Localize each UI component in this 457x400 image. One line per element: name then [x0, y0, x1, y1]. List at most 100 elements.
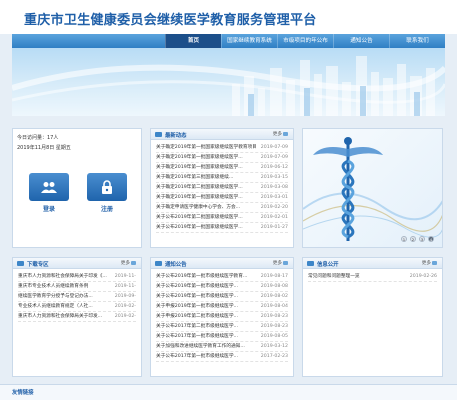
download-item-title: 重庆市专业技术人员继续教育条例: [18, 284, 89, 289]
notice-item-title: 关于公布2017年第一批市级继续医学...: [156, 354, 239, 359]
download-item-date: 2019-02-: [114, 314, 136, 319]
news-item[interactable]: 关于确定2019年第二批国家级继续医学... 2019-03-08: [156, 183, 288, 193]
image-slider[interactable]: 1 2 3 4: [302, 128, 443, 248]
notices-more-link[interactable]: 更多: [273, 260, 288, 266]
main-nav: 首页 国家继续教育系统 市级项目的年公布 通知公告 联系我们: [12, 34, 445, 48]
download-item[interactable]: 专业技术人员继续教育规定（人社... 2019-02-: [18, 302, 136, 312]
news-item[interactable]: 关于确定2019年第一批国家级继续医学... 2019-07-09: [156, 153, 288, 163]
notice-item-date: 2019-08-17: [260, 274, 288, 279]
slider-dot[interactable]: 1: [401, 236, 407, 242]
download-item[interactable]: 重庆市人力资源和社会保障局关于印发《... 2019-11-: [18, 272, 136, 282]
download-item[interactable]: 重庆市专业技术人员继续教育条例 2019-11-: [18, 282, 136, 292]
notice-item[interactable]: 关于公布2019年第一批市级继续医学... 2019-08-08: [156, 282, 288, 292]
news-item[interactable]: 关于确定申请医学健康中心学会、方会... 2019-02-20: [156, 203, 288, 213]
download-item[interactable]: 继续医学教育学分授予与登记办法... 2019-09-: [18, 292, 136, 302]
more-arrow-icon: [131, 260, 136, 265]
banner-skyline: [12, 48, 445, 116]
news-item-date: 2019-07-09: [260, 145, 288, 150]
downloads-more-link[interactable]: 更多: [121, 260, 136, 266]
downloads-panel: 下载专区 更多 重庆市人力资源和社会保障局关于印发《... 2019-11- 重庆…: [12, 257, 142, 377]
news-item-title: 关于确定2019年第一批国家级继续医学...: [156, 195, 243, 200]
download-item-title: 专业技术人员继续教育规定（人社...: [18, 304, 93, 309]
notice-item-date: 2019-03-12: [260, 344, 288, 349]
notice-item-date: 2017-02-23: [260, 354, 288, 359]
info-title: 信息公开: [317, 262, 339, 268]
more-arrow-icon: [432, 260, 437, 265]
download-item-date: 2019-11-: [114, 274, 136, 279]
news-item-title: 关于确定2019年第一批国家级继续医学...: [156, 155, 243, 160]
news-more-label: 更多: [272, 132, 282, 137]
notice-item[interactable]: 关于申报2019年第二批市级继续医学... 2019-08-23: [156, 312, 288, 322]
notice-item-title: 关于公布2019年第一批市级继续医学...: [156, 294, 239, 299]
download-item[interactable]: 重庆市人力资源和社会保障局关于印发... 2019-02-: [18, 312, 136, 322]
info-item[interactable]: 常见问题和问题整理一览 2019-02-26: [308, 272, 437, 282]
news-item-title: 关于确定2019年第二批国家级继续医学...: [156, 185, 243, 190]
notice-item-title: 关于申报2019年第二批市级继续医学...: [156, 314, 239, 319]
info-panel: 信息公开 更多 常见问题和问题整理一览 2019-02-26: [302, 257, 443, 377]
news-item[interactable]: 关于确定2019年第一批国家级继续医学教育项目... 2019-07-09: [156, 143, 288, 153]
news-title: 最新动态: [165, 133, 187, 139]
download-item-title: 重庆市人力资源和社会保障局关于印发...: [18, 314, 103, 319]
news-panel: 最新动态 更多 关于确定2019年第一批国家级继续医学教育项目... 2019-0…: [150, 128, 294, 248]
info-item-title: 常见问题和问题整理一览: [308, 274, 360, 279]
info-more-link[interactable]: 更多: [422, 260, 437, 266]
download-icon: [17, 261, 24, 266]
downloads-more-label: 更多: [120, 261, 130, 266]
notice-item-date: 2019-08-23: [260, 324, 288, 329]
notice-item[interactable]: 关于申报2019年第一批市级继续医学... 2019-08-04: [156, 302, 288, 312]
notices-panel: 通知公告 更多 关于公布2019年第一批市级继续医学教育... 2019-08-1…: [150, 257, 294, 377]
more-arrow-icon: [283, 131, 288, 136]
news-item[interactable]: 关于确定2019年第一批国家级继续医学... 2019-06-12: [156, 163, 288, 173]
login-button[interactable]: 登录: [29, 173, 69, 213]
download-item-date: 2019-11-: [114, 284, 136, 289]
notice-item[interactable]: 关于公布2019年第一批市级继续医学... 2019-08-02: [156, 292, 288, 302]
notice-item-title: 关于加强和改进继续医学教育工作的通知...: [156, 344, 245, 349]
download-item-date: 2019-09-: [114, 294, 136, 299]
notice-item-date: 2019-08-04: [260, 304, 288, 309]
register-button[interactable]: 注册: [87, 173, 127, 213]
notice-icon: [155, 261, 162, 266]
news-item-date: 2019-01-27: [260, 225, 288, 230]
notice-item[interactable]: 关于公布2017年第一批市级继续医学... 2017-02-23: [156, 352, 288, 362]
notice-item-date: 2019-08-08: [260, 284, 288, 289]
nav-item-notices[interactable]: 通知公告: [333, 34, 389, 48]
notice-item[interactable]: 关于公布2017年第二批市级继续医学... 2019-08-23: [156, 322, 288, 332]
friendly-links-bar: 友情链接: [0, 384, 457, 400]
news-item[interactable]: 关于公布2019年第二批国家级继续医学... 2019-02-01: [156, 213, 288, 223]
nav-item-city-projects[interactable]: 市级项目的年公布: [277, 34, 333, 48]
lock-icon: [102, 180, 112, 194]
slider-dot-active[interactable]: 4: [428, 236, 434, 242]
notice-item[interactable]: 关于公布2017年第一批市级继续医学... 2019-08-05: [156, 332, 288, 342]
news-icon: [155, 132, 162, 137]
nav-item-national-system[interactable]: 国家继续教育系统: [221, 34, 277, 48]
news-item[interactable]: 关于确定2019年第三批国家级继续... 2019-03-15: [156, 173, 288, 183]
login-label: 登录: [42, 206, 55, 213]
notice-item-title: 关于申报2019年第一批市级继续医学...: [156, 304, 239, 309]
header: 重庆市卫生健康委员会继续医学教育服务管理平台: [0, 0, 457, 34]
notices-title: 通知公告: [165, 262, 187, 268]
users-icon: [41, 182, 57, 193]
news-item[interactable]: 关于确定2019年第一批国家级继续医学... 2019-03-01: [156, 193, 288, 203]
notice-item[interactable]: 关于公布2019年第一批市级继续医学教育... 2019-08-17: [156, 272, 288, 282]
notices-more-label: 更多: [272, 261, 282, 266]
news-item-title: 关于确定2019年第三批国家级继续...: [156, 175, 234, 180]
news-more-link[interactable]: 更多: [273, 131, 288, 137]
notice-item-date: 2019-08-05: [260, 334, 288, 339]
news-item-date: 2019-02-01: [260, 215, 288, 220]
notice-item[interactable]: 关于加强和改进继续医学教育工作的通知... 2019-03-12: [156, 342, 288, 352]
caduceus-image: [303, 137, 442, 241]
notice-item-title: 关于公布2017年第二批市级继续医学...: [156, 324, 239, 329]
download-item-title: 继续医学教育学分授予与登记办法...: [18, 294, 93, 299]
slider-dot[interactable]: 2: [410, 236, 416, 242]
nav-item-home[interactable]: 首页: [165, 34, 221, 48]
news-item-date: 2019-03-01: [260, 195, 288, 200]
news-item-date: 2019-02-20: [260, 205, 288, 210]
news-item-date: 2019-06-12: [260, 165, 288, 170]
news-item[interactable]: 关于公布2019年第一批国家级继续医学... 2019-01-27: [156, 223, 288, 233]
slider-dot[interactable]: 3: [419, 236, 425, 242]
news-item-title: 关于公布2019年第二批国家级继续医学...: [156, 215, 243, 220]
notice-item-title: 关于公布2019年第一批市级继续医学...: [156, 284, 239, 289]
register-label: 注册: [100, 206, 113, 213]
download-item-date: 2019-02-: [114, 304, 136, 309]
nav-item-contact[interactable]: 联系我们: [389, 34, 445, 48]
